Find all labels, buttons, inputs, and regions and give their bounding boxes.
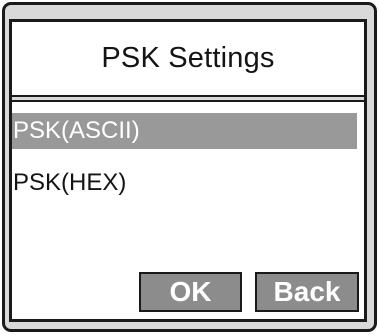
device-frame: PSK Settings PSK(ASCII) PSK(HEX) OK Back <box>2 2 377 332</box>
settings-screen: PSK Settings PSK(ASCII) PSK(HEX) OK Back <box>9 19 367 322</box>
title-bar: PSK Settings <box>12 22 364 95</box>
ok-button[interactable]: OK <box>139 272 242 312</box>
psk-option-list: PSK(ASCII) PSK(HEX) <box>12 113 364 217</box>
menu-item-psk-hex[interactable]: PSK(HEX) <box>12 165 364 201</box>
title-divider-lower <box>12 100 364 102</box>
page-title: PSK Settings <box>101 42 275 74</box>
back-button[interactable]: Back <box>255 272 359 312</box>
menu-item-psk-ascii[interactable]: PSK(ASCII) <box>12 113 357 149</box>
